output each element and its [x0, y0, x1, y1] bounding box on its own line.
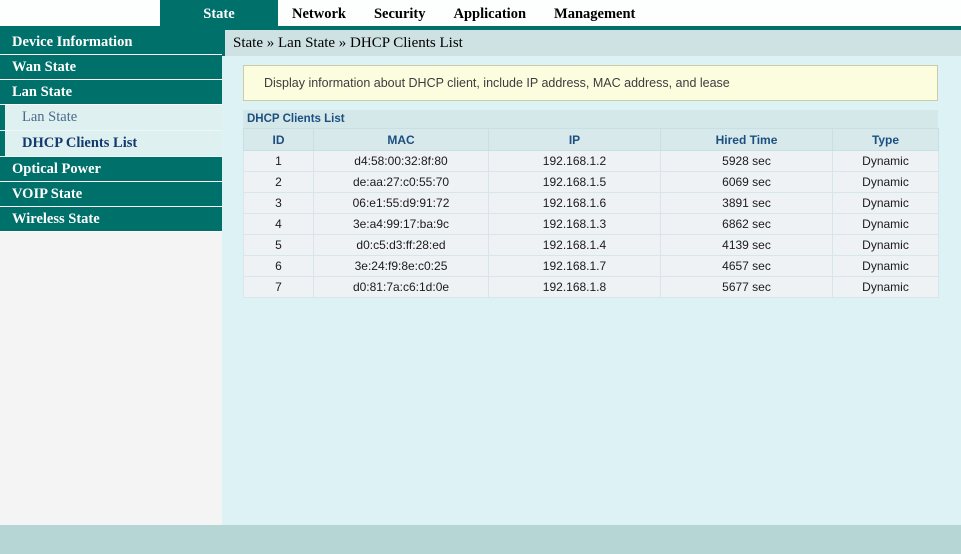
- nav-tab-application[interactable]: Application: [440, 0, 541, 28]
- sidebar-item-optical-power[interactable]: Optical Power: [0, 157, 222, 182]
- nav-tab-label: Management: [554, 5, 636, 22]
- cell-id: 3: [243, 192, 314, 214]
- breadcrumb-left-edge: [222, 30, 225, 56]
- column-header-mac: MAC: [313, 128, 489, 151]
- cell-type: Dynamic: [832, 171, 939, 193]
- sidebar-item-wireless-state[interactable]: Wireless State: [0, 207, 222, 232]
- sidebar-item-label: Lan State: [12, 83, 73, 100]
- breadcrumb-text: State » Lan State » DHCP Clients List: [233, 34, 463, 51]
- nav-tab-network[interactable]: Network: [278, 0, 360, 28]
- nav-tab-management[interactable]: Management: [540, 0, 649, 28]
- breadcrumb: State » Lan State » DHCP Clients List: [222, 30, 961, 56]
- cell-type: Dynamic: [832, 213, 939, 235]
- cell-time: 5928 sec: [660, 150, 833, 172]
- footer-bar: [0, 525, 961, 554]
- cell-type: Dynamic: [832, 150, 939, 172]
- cell-id: 4: [243, 213, 314, 235]
- sidebar-menu: Device Information Wan State Lan State Lan …: [0, 30, 222, 232]
- sidebar: Device Information Wan State Lan State Lan …: [0, 30, 222, 525]
- sidebar-item-wan-state[interactable]: Wan State: [0, 55, 222, 80]
- sidebar-item-label: Wireless State: [12, 210, 100, 227]
- info-notice-text: Display information about DHCP client, i…: [264, 76, 730, 90]
- cell-id: 7: [243, 276, 314, 298]
- table-row: 6 3e:24:f9:8e:c0:25 192.168.1.7 4657 sec Dyn…: [243, 255, 939, 277]
- cell-type: Dynamic: [832, 192, 939, 214]
- sidebar-item-label: VOIP State: [12, 185, 83, 202]
- cell-mac: d0:c5:d3:ff:28:ed: [313, 234, 489, 256]
- sidebar-item-lan-state[interactable]: Lan State: [0, 80, 222, 105]
- column-header-type: Type: [832, 128, 939, 151]
- table-row: 2 de:aa:27:c0:55:70 192.168.1.5 6069 sec Dyn…: [243, 171, 939, 193]
- info-notice-box: Display information about DHCP client, i…: [243, 65, 938, 101]
- cell-time: 4657 sec: [660, 255, 833, 277]
- column-header-hired-time: Hired Time: [660, 128, 833, 151]
- table-header-row: ID MAC IP Hired Time Type: [243, 128, 939, 151]
- sidebar-item-label: DHCP Clients List: [22, 135, 138, 151]
- cell-id: 5: [243, 234, 314, 256]
- sidebar-item-voip-state[interactable]: VOIP State: [0, 182, 222, 207]
- cell-mac: 3e:24:f9:8e:c0:25: [313, 255, 489, 277]
- nav-item-list: State Network Security Application Managemen…: [0, 0, 649, 28]
- cell-ip: 192.168.1.6: [488, 192, 661, 214]
- cell-mac: de:aa:27:c0:55:70: [313, 171, 489, 193]
- cell-type: Dynamic: [832, 255, 939, 277]
- sidebar-item-label: Device Information: [12, 33, 133, 50]
- table-row: 5 d0:c5:d3:ff:28:ed 192.168.1.4 4139 sec Dyn…: [243, 234, 939, 256]
- column-header-ip: IP: [488, 128, 661, 151]
- cell-ip: 192.168.1.3: [488, 213, 661, 235]
- cell-mac: 06:e1:55:d9:91:72: [313, 192, 489, 214]
- cell-id: 6: [243, 255, 314, 277]
- cell-time: 6069 sec: [660, 171, 833, 193]
- cell-mac: 3e:a4:99:17:ba:9c: [313, 213, 489, 235]
- table-row: 1 d4:58:00:32:8f:80 192.168.1.2 5928 sec Dyn…: [243, 150, 939, 172]
- cell-ip: 192.168.1.8: [488, 276, 661, 298]
- top-navigation-bar: State Network Security Application Managemen…: [0, 0, 961, 30]
- table-row: 4 3e:a4:99:17:ba:9c 192.168.1.3 6862 sec Dyn…: [243, 213, 939, 235]
- cell-ip: 192.168.1.2: [488, 150, 661, 172]
- dhcp-clients-table: ID MAC IP Hired Time Type 1 d4:58:00:32:8f:80…: [243, 128, 939, 298]
- cell-id: 2: [243, 171, 314, 193]
- sidebar-subitem-dhcp-clients-list[interactable]: DHCP Clients List: [0, 131, 222, 157]
- panel-title: DHCP Clients List: [243, 110, 938, 128]
- nav-tab-label: Security: [373, 5, 426, 22]
- nav-tab-state[interactable]: State: [160, 0, 278, 28]
- cell-time: 4139 sec: [660, 234, 833, 256]
- nav-tab-label: Network: [292, 5, 346, 22]
- nav-tab-security[interactable]: Security: [360, 0, 440, 28]
- cell-mac: d0:81:7a:c6:1d:0e: [313, 276, 489, 298]
- cell-id: 1: [243, 150, 314, 172]
- cell-time: 3891 sec: [660, 192, 833, 214]
- router-admin-page: State Network Security Application Managemen…: [0, 0, 961, 554]
- table-row: 7 d0:81:7a:c6:1d:0e 192.168.1.8 5677 sec Dyn…: [243, 276, 939, 298]
- nav-left-spacer: [0, 0, 160, 28]
- nav-tab-label: State: [203, 5, 235, 22]
- sidebar-item-device-information[interactable]: Device Information: [0, 30, 222, 55]
- sidebar-item-label: Optical Power: [12, 160, 101, 177]
- sidebar-item-label: Lan State: [22, 109, 78, 125]
- cell-time: 5677 sec: [660, 276, 833, 298]
- cell-mac: d4:58:00:32:8f:80: [313, 150, 489, 172]
- content-area: State » Lan State » DHCP Clients List Di…: [222, 30, 961, 525]
- cell-ip: 192.168.1.4: [488, 234, 661, 256]
- table-body: 1 d4:58:00:32:8f:80 192.168.1.2 5928 sec Dyn…: [243, 150, 939, 298]
- nav-tab-label: Application: [453, 5, 527, 22]
- sidebar-subitem-lan-state[interactable]: Lan State: [0, 105, 222, 131]
- cell-type: Dynamic: [832, 234, 939, 256]
- column-header-id: ID: [243, 128, 314, 151]
- cell-time: 6862 sec: [660, 213, 833, 235]
- sidebar-item-label: Wan State: [12, 58, 77, 75]
- cell-type: Dynamic: [832, 276, 939, 298]
- cell-ip: 192.168.1.7: [488, 255, 661, 277]
- table-row: 3 06:e1:55:d9:91:72 192.168.1.6 3891 sec Dyn…: [243, 192, 939, 214]
- dhcp-clients-panel: DHCP Clients List ID MAC IP Hired Time Type …: [243, 110, 939, 298]
- cell-ip: 192.168.1.5: [488, 171, 661, 193]
